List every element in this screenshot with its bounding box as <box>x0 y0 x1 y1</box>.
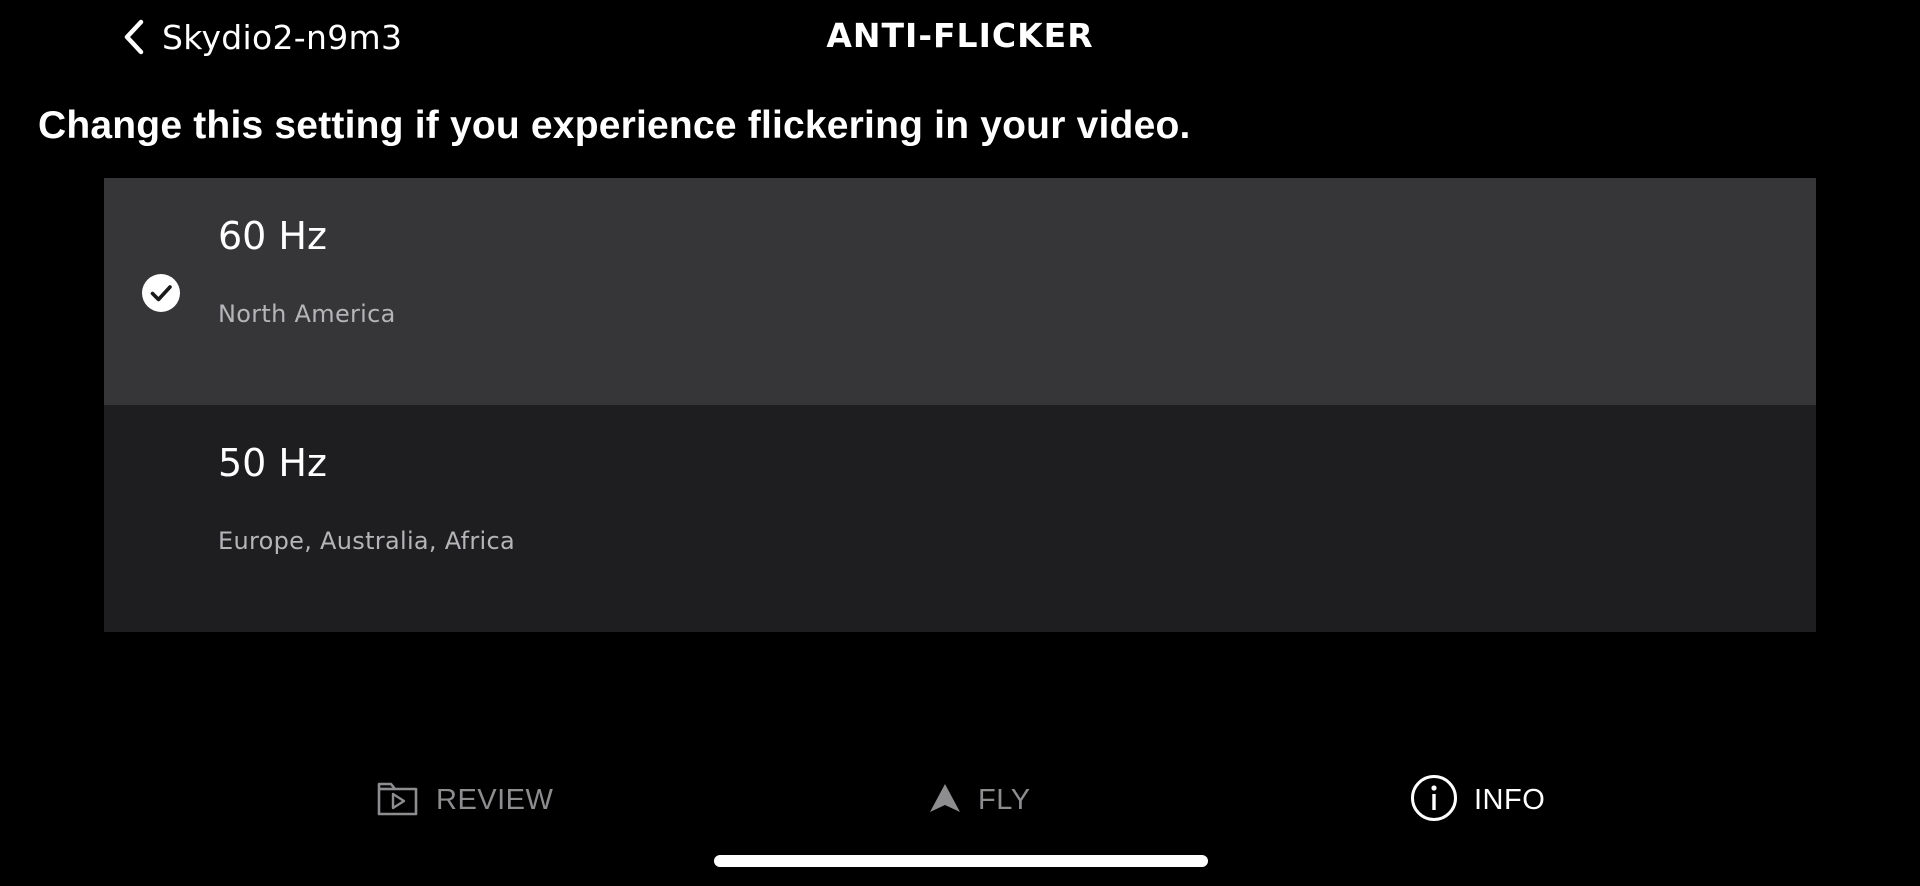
nav-review[interactable]: REVIEW <box>376 770 553 830</box>
nav-info[interactable]: INFO <box>1410 770 1545 830</box>
option-60hz[interactable]: 60 Hz North America <box>104 178 1816 405</box>
nav-fly[interactable]: FLY <box>928 770 1031 830</box>
nav-info-label: INFO <box>1474 783 1546 816</box>
info-icon <box>1410 774 1458 826</box>
option-50hz[interactable]: 50 Hz Europe, Australia, Africa <box>104 405 1816 632</box>
bottom-nav: REVIEW FLY INFO <box>0 770 1920 830</box>
option-subtitle: Europe, Australia, Africa <box>218 527 516 555</box>
page-title: ANTI-FLICKER <box>826 16 1094 55</box>
option-title: 60 Hz <box>218 214 327 258</box>
nav-fly-label: FLY <box>978 783 1031 816</box>
nav-review-label: REVIEW <box>436 783 554 816</box>
frequency-options-list: 60 Hz North America 50 Hz Europe, Austra… <box>104 178 1816 632</box>
folder-play-icon <box>376 779 420 821</box>
option-subtitle: North America <box>218 300 396 328</box>
description-text: Change this setting if you experience fl… <box>38 104 1191 147</box>
checkmark-circle-icon <box>142 274 180 312</box>
home-indicator <box>714 855 1208 867</box>
navigation-arrow-icon <box>928 782 962 818</box>
option-title: 50 Hz <box>218 441 327 485</box>
